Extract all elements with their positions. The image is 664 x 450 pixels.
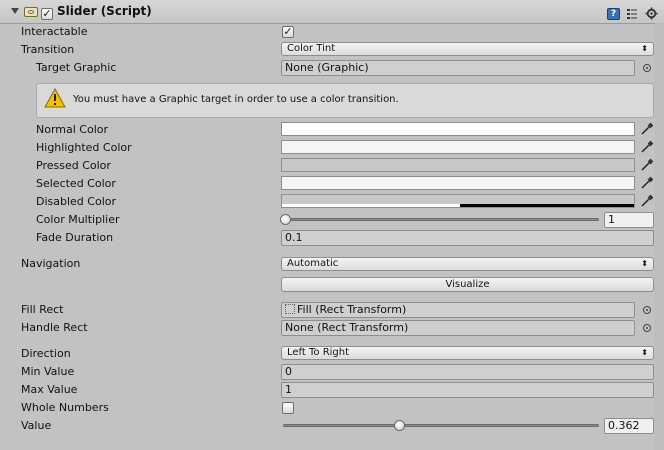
navigation-value: Automatic	[287, 258, 339, 269]
target-graphic-label: Target Graphic	[36, 61, 117, 74]
direction-dropdown[interactable]: Left To Right ⬍	[281, 346, 654, 360]
dropdown-arrow-icon: ⬍	[641, 259, 648, 268]
fill-rect-value: Fill (Rect Transform)	[297, 303, 407, 316]
script-icon	[24, 7, 38, 17]
disabled-color-swatch[interactable]	[281, 194, 635, 208]
selected-color-label: Selected Color	[36, 177, 116, 190]
highlighted-color-eyedropper-icon[interactable]	[640, 140, 654, 154]
disabled-color-alpha-bar	[282, 204, 460, 207]
pressed-color-eyedropper-icon[interactable]	[640, 158, 654, 172]
fill-rect-field[interactable]: Fill (Rect Transform)	[281, 302, 635, 318]
component-title: Slider (Script)	[57, 4, 152, 18]
normal-color-swatch[interactable]	[281, 122, 635, 136]
highlighted-color-label: Highlighted Color	[36, 141, 132, 154]
pressed-color-label: Pressed Color	[36, 159, 111, 172]
max-value: 1	[285, 383, 292, 396]
value-field[interactable]: 0.362	[604, 418, 654, 434]
disabled-color-eyedropper-icon[interactable]	[640, 194, 654, 208]
dropdown-arrow-icon: ⬍	[641, 348, 648, 357]
interactable-checkbox[interactable]: ✓	[282, 26, 294, 38]
rect-transform-icon	[285, 304, 295, 314]
direction-value: Left To Right	[287, 347, 350, 358]
min-value: 0	[285, 365, 292, 378]
disabled-color-alpha-bar-black	[460, 204, 634, 207]
component-enabled-checkbox[interactable]: ✓	[41, 8, 53, 20]
visualize-button[interactable]: Visualize	[281, 277, 654, 292]
normal-color-eyedropper-icon[interactable]	[640, 122, 654, 136]
interactable-label: Interactable	[21, 25, 88, 38]
color-multiplier-slider-track[interactable]	[283, 218, 599, 221]
value-slider-thumb[interactable]	[394, 420, 406, 431]
direction-label: Direction	[21, 347, 71, 360]
transition-label: Transition	[21, 43, 75, 56]
min-value-field[interactable]: 0	[281, 364, 654, 380]
foldout-triangle-down-icon[interactable]	[11, 8, 19, 14]
value-slider-track[interactable]	[283, 424, 599, 427]
highlighted-color-swatch[interactable]	[281, 140, 635, 154]
disabled-color-label: Disabled Color	[36, 195, 117, 208]
navigation-dropdown[interactable]: Automatic ⬍	[281, 257, 654, 271]
whole-numbers-checkbox[interactable]	[282, 402, 294, 414]
fade-duration-value: 0.1	[285, 231, 303, 244]
target-graphic-field[interactable]: None (Graphic)	[281, 60, 635, 76]
fade-duration-field[interactable]: 0.1	[281, 230, 654, 246]
color-multiplier-label: Color Multiplier	[36, 213, 120, 226]
transition-value: Color Tint	[287, 43, 336, 54]
value-label: Value	[21, 419, 52, 432]
value-value: 0.362	[608, 419, 640, 432]
handle-rect-label: Handle Rect	[21, 321, 88, 334]
color-multiplier-field[interactable]: 1	[604, 212, 654, 228]
dropdown-arrow-icon: ⬍	[641, 44, 648, 53]
selected-color-eyedropper-icon[interactable]	[640, 176, 654, 190]
whole-numbers-label: Whole Numbers	[21, 401, 109, 414]
normal-color-label: Normal Color	[36, 123, 109, 136]
transition-dropdown[interactable]: Color Tint ⬍	[281, 42, 654, 56]
help-icon[interactable]: ?	[607, 8, 620, 20]
min-value-label: Min Value	[21, 365, 75, 378]
color-multiplier-value: 1	[608, 213, 615, 226]
gear-icon[interactable]	[645, 7, 658, 20]
handle-rect-object-picker-icon[interactable]	[643, 324, 651, 332]
handle-rect-field[interactable]: None (Rect Transform)	[281, 320, 635, 336]
warning-text: You must have a Graphic target in order …	[73, 94, 399, 105]
handle-rect-value: None (Rect Transform)	[285, 321, 409, 334]
scrollbar[interactable]	[655, 23, 664, 450]
preset-icon[interactable]	[626, 8, 638, 20]
color-multiplier-slider-thumb[interactable]	[280, 214, 291, 225]
warning-icon	[44, 87, 66, 108]
fill-rect-label: Fill Rect	[21, 303, 64, 316]
fade-duration-label: Fade Duration	[36, 231, 114, 244]
selected-color-swatch[interactable]	[281, 176, 635, 190]
navigation-label: Navigation	[21, 257, 81, 270]
max-value-label: Max Value	[21, 383, 78, 396]
target-graphic-object-picker-icon[interactable]	[643, 64, 651, 72]
target-graphic-value: None (Graphic)	[285, 61, 369, 74]
fill-rect-object-picker-icon[interactable]	[643, 306, 651, 314]
max-value-field[interactable]: 1	[281, 382, 654, 398]
pressed-color-swatch[interactable]	[281, 158, 635, 172]
